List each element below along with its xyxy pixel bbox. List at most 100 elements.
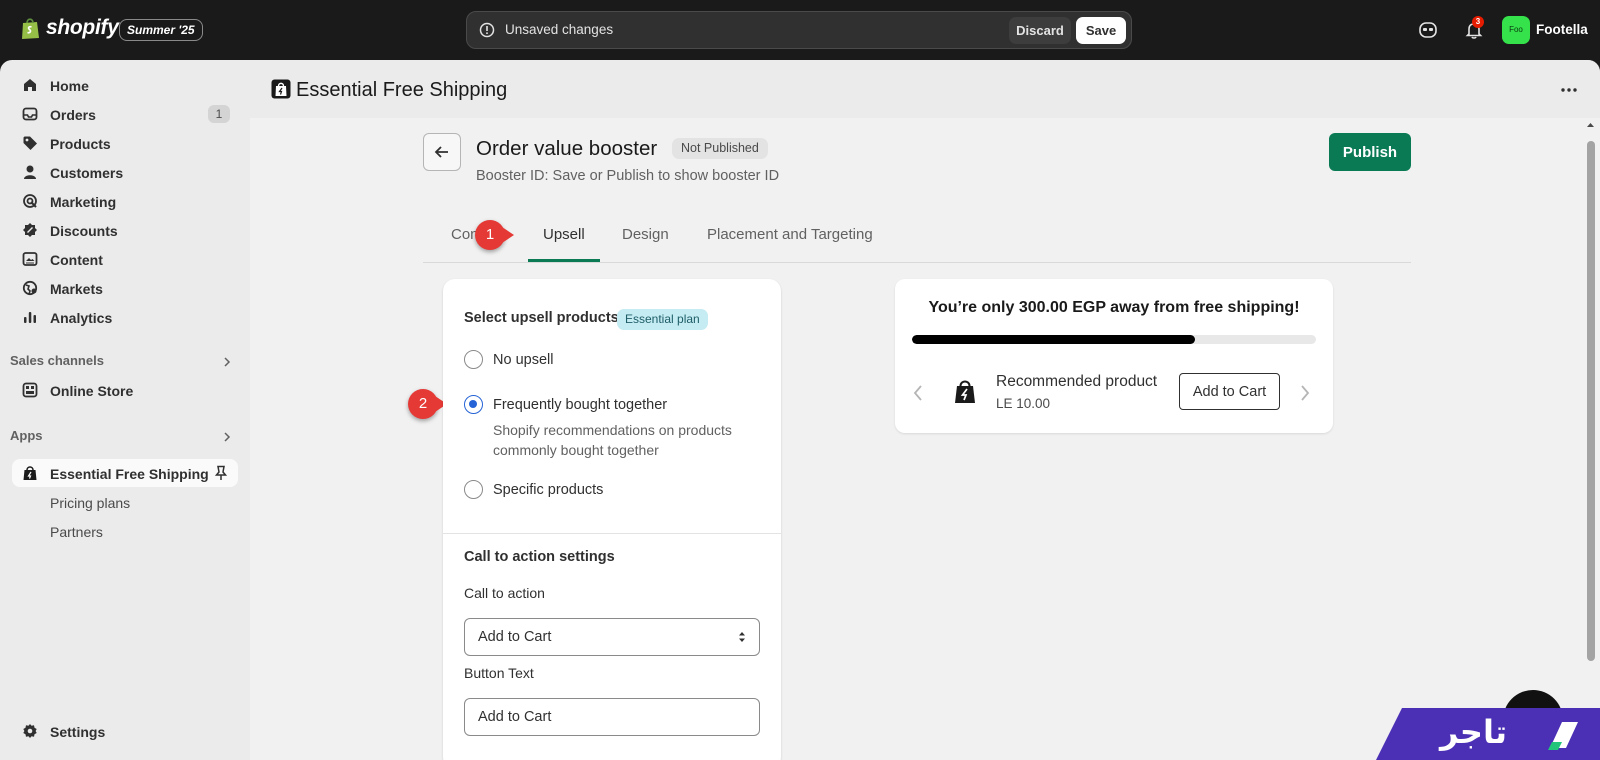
sidebar-item-partners[interactable]: Partners <box>12 517 238 545</box>
step-callout-2: 2 <box>408 389 438 419</box>
image-icon <box>22 252 38 266</box>
sidebar-item-markets[interactable]: Markets <box>12 274 238 302</box>
chevron-right-icon[interactable] <box>1299 384 1311 402</box>
radio-frequently-bought-together[interactable] <box>464 395 483 414</box>
inbox-icon <box>22 107 38 121</box>
upsell-settings-card: Select upsell products Essential plan No… <box>443 279 781 760</box>
person-icon <box>24 165 36 179</box>
radio-label[interactable]: No upsell <box>493 352 553 368</box>
radio-label[interactable]: Specific products <box>493 482 603 498</box>
apps-heading: Apps <box>10 428 43 443</box>
unsaved-changes-bar: Unsaved changes Discard Save <box>466 11 1132 49</box>
target-icon <box>23 194 37 208</box>
scroll-up-arrow-icon[interactable] <box>1586 120 1595 130</box>
radio-no-upsell[interactable] <box>464 350 483 369</box>
select-arrows-icon <box>739 632 745 642</box>
status-badge: Not Published <box>672 138 768 159</box>
sidebar-item-content[interactable]: Content <box>12 245 238 273</box>
arrow-left-icon <box>434 146 448 158</box>
alert-circle-icon <box>479 22 495 38</box>
store-name[interactable]: Footella <box>1536 22 1588 37</box>
sidebar-item-products[interactable]: Products <box>12 129 238 157</box>
scrollbar-thumb[interactable] <box>1587 141 1595 661</box>
sidebar-item-label: Marketing <box>50 194 117 210</box>
chevron-right-icon[interactable] <box>222 432 232 442</box>
recommended-product-name: Recommended product <box>996 373 1158 390</box>
main-content: Essential Free Shipping Order value boos… <box>250 60 1600 760</box>
step-callout-1: 1 <box>475 220 505 250</box>
sidebar-item-label: Content <box>50 252 103 268</box>
publish-button[interactable]: Publish <box>1329 133 1411 171</box>
cta-heading: Call to action settings <box>464 549 615 565</box>
sidebar-item-pricing-plans[interactable]: Pricing plans <box>12 488 238 516</box>
sidebar-item-label: Products <box>50 136 111 152</box>
active-tab-indicator <box>528 259 600 262</box>
store-icon <box>22 382 38 398</box>
sidebar-item-label: Essential Free Shipping <box>50 466 209 482</box>
card-divider <box>443 533 781 534</box>
sidebar-item-discounts[interactable]: Discounts <box>12 216 238 244</box>
sidebar-item-label: Orders <box>50 107 96 123</box>
notification-badge: 3 <box>1472 16 1484 28</box>
free-shipping-message: You’re only 300.00 EGP away from free sh… <box>928 299 1300 316</box>
add-to-cart-button[interactable]: Add to Cart <box>1179 373 1280 410</box>
logo-text: shopify <box>46 16 119 39</box>
sidebar-item-analytics[interactable]: Analytics <box>12 303 238 331</box>
sidebar-item-label: Partners <box>50 524 103 540</box>
booster-id-text: Booster ID: Save or Publish to show boos… <box>476 168 780 184</box>
sidebar-item-online-store[interactable]: Online Store <box>12 376 238 404</box>
select-value: Add to Cart <box>478 629 552 645</box>
call-to-action-select[interactable]: Add to Cart <box>464 618 760 656</box>
edition-badge[interactable]: Summer '25 <box>119 19 203 41</box>
sidekick-icon[interactable] <box>1418 20 1438 40</box>
sidebar-item-customers[interactable]: Customers <box>12 158 238 186</box>
back-button[interactable] <box>423 133 461 171</box>
sidebar-item-label: Settings <box>50 724 106 740</box>
sidebar-item-marketing[interactable]: Marketing <box>12 187 238 215</box>
chevron-right-icon[interactable] <box>222 357 232 367</box>
button-text-label: Button Text <box>464 665 534 681</box>
product-bag-icon <box>955 380 975 403</box>
shopify-logo[interactable]: shopify <box>20 16 119 40</box>
radio-specific-products[interactable] <box>464 480 483 499</box>
store-avatar[interactable]: Foo <box>1502 16 1530 44</box>
shipping-progress-bar <box>912 335 1316 344</box>
discard-button[interactable]: Discard <box>1009 17 1071 44</box>
booster-preview-card: You’re only 300.00 EGP away from free sh… <box>895 279 1333 433</box>
sidebar: Home Orders 1 Products Customers Marketi… <box>0 60 250 760</box>
radio-help-text: Shopify recommendations on products comm… <box>493 422 732 458</box>
radio-label[interactable]: Frequently bought together <box>493 397 667 413</box>
orders-count-badge: 1 <box>208 105 230 123</box>
sales-channels-heading: Sales channels <box>10 353 104 368</box>
sidebar-item-home[interactable]: Home <box>12 71 238 99</box>
unsaved-message: Unsaved changes <box>505 22 614 37</box>
bar-chart-icon <box>24 312 36 323</box>
chevron-left-icon[interactable] <box>912 384 924 402</box>
tab-upsell[interactable]: Upsell <box>543 226 585 243</box>
sidebar-item-essential-free-shipping[interactable]: Essential Free Shipping <box>12 459 238 487</box>
sidebar-item-label: Pricing plans <box>50 495 131 511</box>
shopify-bag-icon <box>22 18 39 39</box>
tab-bar: Con Upsell Design Placement and Targetin… <box>423 218 1411 263</box>
save-button[interactable]: Save <box>1076 17 1126 44</box>
tab-design[interactable]: Design <box>622 226 669 243</box>
app-header: Essential Free Shipping <box>250 60 1600 118</box>
sidebar-item-label: Discounts <box>50 223 118 239</box>
sidebar-item-orders[interactable]: Orders 1 <box>12 100 238 128</box>
upsell-heading: Select upsell products <box>464 310 619 326</box>
tab-placement-and-targeting[interactable]: Placement and Targeting <box>707 226 873 243</box>
watermark-text: تاجر <box>1440 714 1507 750</box>
progress-fill <box>912 335 1195 344</box>
more-horizontal-icon[interactable] <box>1560 87 1578 93</box>
sidebar-item-settings[interactable]: Settings <box>12 717 238 745</box>
page-title: Order value booster <box>476 137 658 160</box>
callout-pointer <box>502 227 514 243</box>
pin-icon[interactable] <box>214 465 228 481</box>
recommended-product-price: LE 10.00 <box>996 396 1051 411</box>
sidebar-item-label: Analytics <box>50 310 113 326</box>
button-text-input[interactable] <box>464 698 760 736</box>
tag-icon <box>23 136 37 150</box>
call-to-action-label: Call to action <box>464 585 545 601</box>
sidebar-item-label: Online Store <box>50 383 134 399</box>
sidebar-item-label: Home <box>50 78 89 94</box>
